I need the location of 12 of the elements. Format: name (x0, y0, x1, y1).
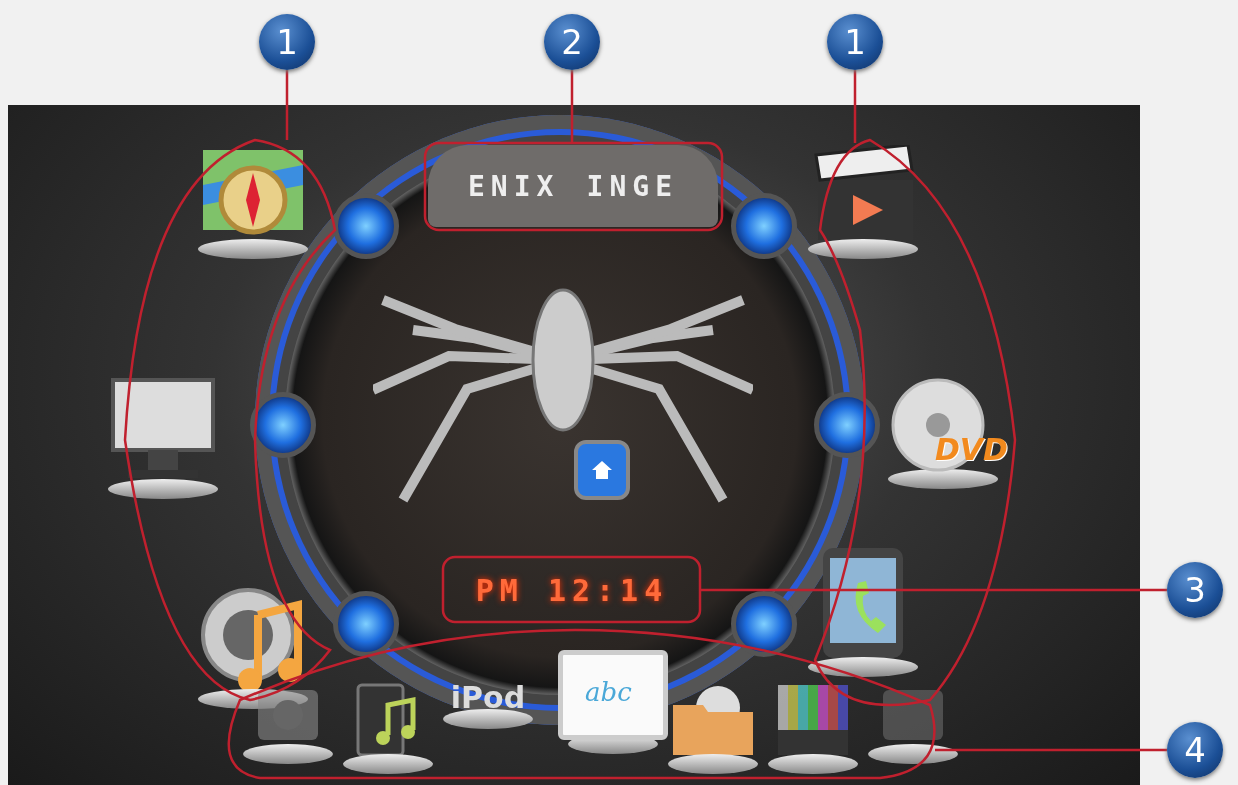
callout-number: 3 (1167, 562, 1223, 618)
home-icon (590, 458, 614, 482)
leader-line (285, 70, 289, 140)
callout-number: 1 (827, 14, 883, 70)
banner-text: INGE (586, 169, 678, 203)
callout-number: 4 (1167, 722, 1223, 778)
banner-text: ENIX (468, 169, 560, 203)
clock-display: PM 12:14 (475, 576, 669, 606)
callout-number: 1 (259, 14, 315, 70)
home-button[interactable] (574, 440, 630, 500)
callout-number: 2 (544, 14, 600, 70)
whiteboard-text: abc (585, 677, 632, 707)
